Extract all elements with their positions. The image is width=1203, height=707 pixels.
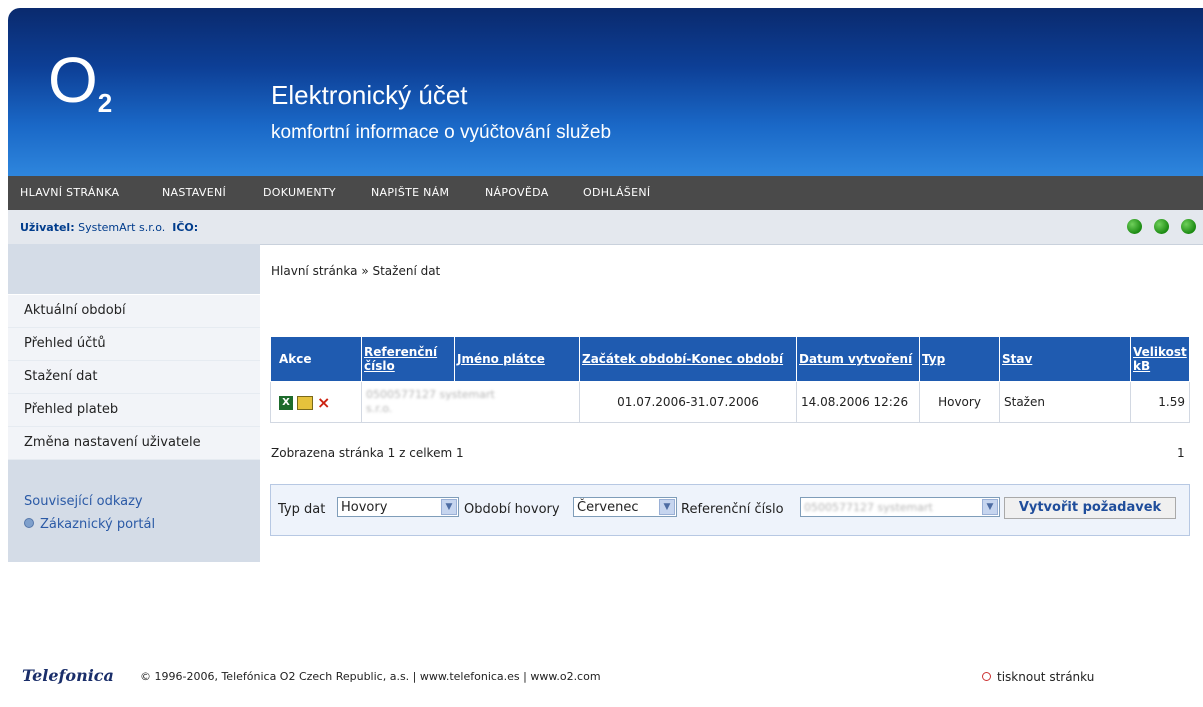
page-number[interactable]: 1 (1177, 446, 1185, 460)
main-nav: HLAVNÍ STRÁNKA NASTAVENÍ DOKUMENTY NAPIŠ… (8, 176, 1203, 210)
download-icon[interactable] (297, 396, 313, 410)
request-form: Typ dat Hovory ▼ Období hovory Červenec ▼ … (270, 484, 1190, 536)
pager-text: Zobrazena stránka 1 z celkem 1 (271, 446, 464, 460)
table-row: X × 0500577127 systemart s.r.o. 01.07.20… (270, 381, 1190, 423)
nav-item-documents[interactable]: DOKUMENTY (263, 186, 336, 199)
col-payer-name[interactable]: Jméno plátce (454, 336, 580, 382)
sidebar-item-user-settings[interactable]: Změna nastavení uživatele (8, 427, 260, 460)
col-period[interactable]: Začátek období-Konec období (579, 336, 797, 382)
sidebar-spacer (8, 244, 260, 295)
print-icon (982, 672, 991, 681)
header-banner: O2 Elektronický účet komfortní informace… (8, 8, 1203, 176)
period-select[interactable]: Červenec ▼ (573, 497, 677, 517)
related-heading: Související odkazy (24, 494, 143, 509)
app-title: Elektronický účet (271, 80, 468, 110)
bullet-icon (24, 518, 34, 528)
app-subtitle: komfortní informace o vyúčtování služeb (271, 122, 612, 143)
nav-item-home[interactable]: HLAVNÍ STRÁNKA (20, 186, 119, 199)
sidebar-item-accounts[interactable]: Přehled účtů (8, 328, 260, 361)
ico-label: IČO: (172, 221, 199, 234)
sidebar-item-download[interactable]: Stažení dat (8, 361, 260, 394)
user-name: SystemArt s.r.o. (78, 221, 166, 234)
col-type[interactable]: Typ (919, 336, 1000, 382)
print-page-link[interactable]: tisknout stránku (982, 670, 1094, 684)
row-actions: X × (270, 381, 362, 423)
row-period: 01.07.2006-31.07.2006 (579, 381, 797, 423)
col-size[interactable]: Velikost kB (1130, 336, 1190, 382)
row-size: 1.59 (1130, 381, 1190, 423)
related-links: Související odkazy Zákaznický portál (8, 480, 260, 532)
nav-item-settings[interactable]: NASTAVENÍ (162, 186, 226, 199)
row-state: Stažen (999, 381, 1131, 423)
o2-logo[interactable]: O2 (48, 48, 112, 135)
payer-name-blurred: s.r.o. (366, 402, 393, 415)
sidebar-item-payments[interactable]: Přehled plateb (8, 394, 260, 427)
status-dot-icon (1127, 219, 1142, 234)
sidebar-item-current-period[interactable]: Aktuální období (8, 295, 260, 328)
user-info: Uživatel: SystemArt s.r.o. IČO: (20, 221, 198, 234)
nav-item-contact[interactable]: NAPIŠTE NÁM (371, 186, 449, 199)
col-actions: Akce (270, 336, 362, 382)
excel-icon[interactable]: X (279, 396, 293, 410)
chevron-down-icon: ▼ (982, 499, 998, 515)
row-ref-name: 0500577127 systemart s.r.o. (361, 381, 580, 423)
col-ref-number[interactable]: Referenční číslo (361, 336, 455, 382)
customer-portal-link[interactable]: Zákaznický portál (24, 517, 260, 532)
col-created[interactable]: Datum vytvoření (796, 336, 920, 382)
status-dot-icon (1154, 219, 1169, 234)
delete-icon[interactable]: × (317, 395, 330, 411)
nav-item-help[interactable]: NÁPOVĚDA (485, 186, 549, 199)
ref-number-blurred: 0500577127 systemart (366, 388, 495, 401)
create-request-button[interactable]: Vytvořit požadavek (1004, 497, 1176, 519)
status-dot-icon (1181, 219, 1196, 234)
footer-copyright: © 1996-2006, Telefónica O2 Czech Republi… (140, 670, 601, 683)
telefonica-logo: Telefonica (22, 666, 114, 685)
type-select[interactable]: Hovory ▼ (337, 497, 459, 517)
user-label: Uživatel: (20, 221, 75, 234)
breadcrumb: Hlavní stránka » Stažení dat (271, 264, 441, 278)
nav-item-logout[interactable]: ODHLÁŠENÍ (583, 186, 650, 199)
chevron-down-icon: ▼ (659, 499, 675, 515)
period-label: Období hovory (464, 502, 560, 517)
user-bar: Uživatel: SystemArt s.r.o. IČO: (8, 210, 1203, 245)
type-label: Typ dat (278, 502, 326, 517)
ref-label: Referenční číslo (681, 502, 784, 517)
sidebar: Aktuální období Přehled účtů Stažení dat… (8, 244, 260, 562)
row-type: Hovory (919, 381, 1000, 423)
downloads-table: Akce Referenční číslo Jméno plátce Začát… (270, 336, 1190, 423)
chevron-down-icon: ▼ (441, 499, 457, 515)
row-created: 14.08.2006 12:26 (796, 381, 920, 423)
col-state[interactable]: Stav (999, 336, 1131, 382)
ref-select[interactable]: 0500577127 systemart ▼ (800, 497, 1000, 517)
